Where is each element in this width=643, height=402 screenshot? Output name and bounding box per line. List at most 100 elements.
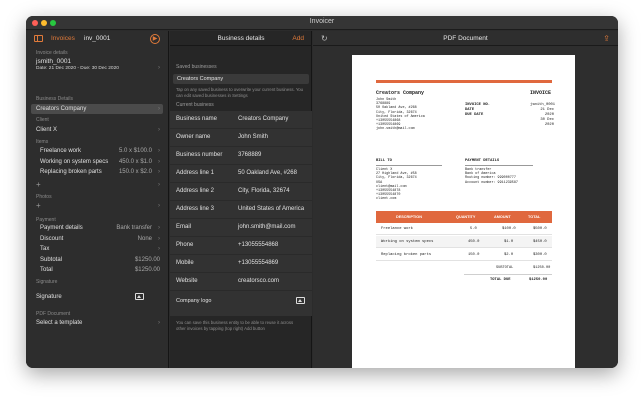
business-form: Business name Creators Company Owner name… [170, 111, 312, 316]
company-logo-label: Company logo [176, 298, 212, 304]
saved-businesses-note: Tap on any saved business to overwrite y… [176, 87, 304, 98]
table-row: Replacing broken parts 150.0 $2.0 $300.0 [376, 249, 552, 261]
field-business-name[interactable]: Business name Creators Company [170, 111, 312, 129]
invoice-page: Creators Company INVOICE John Smith 3768… [352, 55, 575, 368]
chevron-right-icon: › [158, 235, 160, 242]
chevron-right-icon: › [158, 65, 160, 71]
add-business-button[interactable]: Add [292, 35, 304, 42]
field-label: Address line 3 [176, 206, 215, 212]
table-header-cell: TOTAL [528, 215, 541, 219]
discount-label: Discount [40, 235, 64, 242]
field-email[interactable]: Email john.smith@mail.com [170, 219, 312, 237]
table-row: Freelance work 5.0 $100.0 $500.0 [376, 223, 552, 235]
add-item-row[interactable]: › [36, 181, 160, 190]
pdf-total-due-label: TOTAL DUE [490, 278, 511, 282]
section-invoice-details: Invoice details [36, 50, 68, 56]
table-header-cell: AMOUNT [494, 215, 511, 219]
invoice-dates-text: Date: 21 Dec 2020 - Due: 30 Dec 2020 [36, 66, 119, 71]
discount-row[interactable]: Discount None › [40, 235, 160, 244]
list-item[interactable]: Replacing broken parts 150.0 x $2.0 › [40, 168, 160, 177]
field-value[interactable]: City, Florida, 32674 [238, 188, 290, 194]
field-value[interactable]: 50 Oakland Ave, #268 [238, 170, 297, 176]
field-label: Website [176, 278, 198, 284]
tax-row[interactable]: Tax › [40, 245, 160, 254]
image-icon[interactable] [135, 293, 144, 300]
client-name: Client X [36, 127, 58, 133]
pdf-from-address: John Smith 3768889 50 Oakland Ave, #268 … [376, 98, 425, 132]
list-item[interactable]: Freelance work 5.0 x $100.0 › [40, 147, 160, 156]
client-row[interactable]: Client X › [36, 126, 160, 135]
pdf-company-name: Creators Company [376, 90, 425, 96]
pdf-subtotal-value: $1250.00 [533, 266, 551, 270]
panel-header: Business details Add [170, 31, 312, 46]
section-business-details: Business Details [36, 96, 73, 102]
field-website[interactable]: Website creatorsco.com [170, 273, 312, 291]
field-value[interactable]: +13055554869 [238, 260, 278, 266]
meta-value: 21 Dec 2020 [540, 108, 554, 117]
field-address-line-3[interactable]: Address line 3 United States of America [170, 201, 312, 219]
total-value: $1250.00 [134, 267, 160, 273]
add-photo-row[interactable]: › [36, 202, 160, 211]
field-value[interactable]: John Smith [238, 134, 268, 140]
image-icon[interactable] [296, 297, 305, 304]
list-item[interactable]: Working on system specs 450.0 x $1.0 › [40, 158, 160, 167]
field-address-line-2[interactable]: Address line 2 City, Florida, 32674 [170, 183, 312, 201]
current-business-header: Current business [176, 102, 214, 108]
title-bar: Invoicer [26, 16, 618, 30]
business-name: Creators Company [36, 105, 87, 112]
section-items: Items [36, 139, 49, 145]
pdf-table-header: DESCRIPTION QUANTITY AMOUNT TOTAL [376, 211, 552, 223]
field-value[interactable]: creatorsco.com [238, 278, 279, 284]
pdf-payment-details: Bank transfer Bank of America Routing nu… [465, 168, 518, 185]
item-value: 5.0 x $100.0 [118, 148, 152, 154]
field-value[interactable]: 3768889 [238, 152, 261, 158]
tax-label: Tax [40, 246, 50, 252]
section-payment: Payment [36, 217, 56, 223]
bill-to-line: City, Florida, 32674 [376, 176, 417, 181]
from-line: john.smith@mail.com [376, 127, 415, 132]
payment-label: Payment details [40, 225, 83, 231]
pdf-preview-panel: ↻ PDF Document ⇪ Creators Company INVOIC… [313, 31, 618, 368]
invoice-dates[interactable]: Date: 21 Dec 2020 - Due: 30 Dec 2020 › [36, 64, 160, 73]
field-label: Email [176, 224, 192, 230]
discount-value: None [137, 235, 152, 242]
field-label: Phone [176, 242, 194, 248]
field-phone[interactable]: Phone +13055554868 [170, 237, 312, 255]
table-row: Working on system specs 450.0 $1.0 $450.… [376, 236, 552, 248]
pdf-bill-to-label: BILL TO [376, 159, 392, 163]
field-label: Owner name [176, 134, 211, 140]
table-cell: $100.0 [502, 227, 516, 231]
field-value[interactable]: Creators Company [238, 116, 288, 122]
select-template-label: Select a template [36, 320, 83, 326]
divider [376, 165, 442, 166]
field-owner-name[interactable]: Owner name John Smith [170, 129, 312, 147]
field-business-number[interactable]: Business number 3768889 [170, 147, 312, 165]
table-cell: 150.0 [468, 253, 480, 257]
select-template-row[interactable]: Select a template › [36, 319, 160, 328]
field-mobile[interactable]: Mobile +13055554869 [170, 255, 312, 273]
table-cell: 450.0 [468, 240, 480, 244]
field-label: Address line 2 [176, 188, 215, 194]
meta-label: DUE DATE [465, 113, 484, 117]
field-label: Business name [176, 116, 218, 122]
share-icon[interactable]: ⇪ [603, 34, 610, 43]
table-header-cell: DESCRIPTION [396, 215, 422, 219]
section-pdf-document: PDF Document [36, 311, 71, 317]
field-label: Business number [176, 152, 223, 158]
field-value[interactable]: john.smith@mail.com [238, 224, 295, 230]
share-arrow-icon[interactable]: ▶ [150, 34, 160, 44]
app-window: Invoicer Invoices inv_0001 ▶ Invoice det… [26, 16, 618, 368]
payment-line: Routing number: 999000777 [465, 176, 516, 181]
sidebar-toggle-icon[interactable] [34, 35, 43, 42]
payment-details-row[interactable]: Payment details Bank transfer › [40, 224, 160, 233]
business-row[interactable]: Creators Company › [36, 105, 160, 114]
pdf-subtotal-label: SUBTOTAL [496, 266, 514, 270]
saved-business-item[interactable]: Creators Company [173, 74, 309, 84]
field-value[interactable]: +13055554868 [238, 242, 278, 248]
company-logo-row[interactable]: Company logo [170, 293, 312, 311]
field-value[interactable]: United States of America [238, 206, 304, 212]
tab-invoices[interactable]: Invoices [51, 35, 75, 42]
field-address-line-1[interactable]: Address line 1 50 Oakland Ave, #268 [170, 165, 312, 183]
business-footer-note: You can save this business entity to be … [176, 320, 294, 331]
signature-label: Signature [36, 294, 62, 300]
